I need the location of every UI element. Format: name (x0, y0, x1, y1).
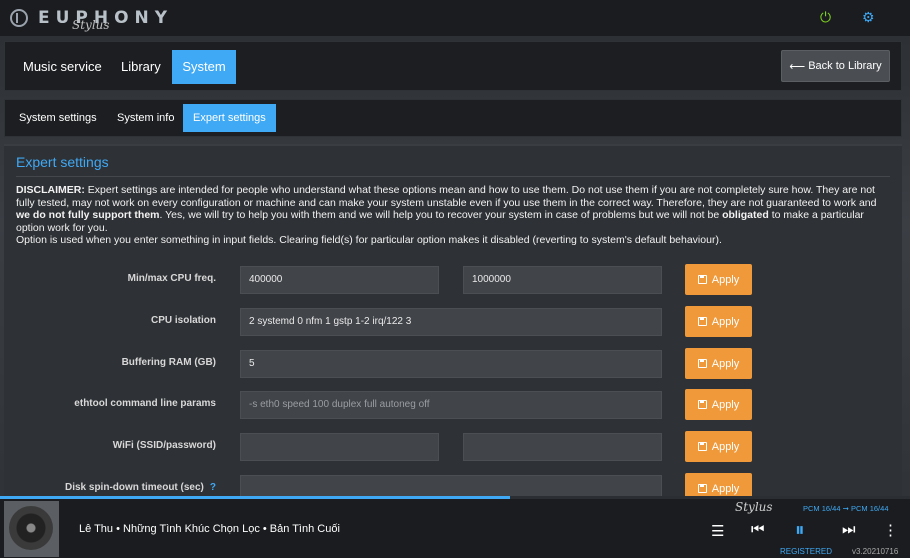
apply-button[interactable]: Apply (685, 431, 752, 462)
setting-label: Min/max CPU freq. (127, 273, 216, 284)
apply-label: Apply (711, 440, 740, 453)
next-icon[interactable]: ⏭ (842, 521, 856, 538)
apply-label: Apply (711, 315, 740, 328)
setting-label: CPU isolation (150, 315, 216, 326)
setting-label: WiFi (SSID/password) (112, 440, 216, 451)
version-label: v3.20210716 (852, 547, 899, 556)
apply-label: Apply (711, 357, 740, 370)
disclaimer-part-1: Expert settings are intended for people … (16, 184, 877, 209)
setting-label: Disk spin-down timeout (sec)? (4, 482, 216, 493)
disclaimer-bold-1: we do not fully support them (16, 209, 160, 221)
apply-button[interactable]: Apply (685, 264, 752, 295)
stylus-logo: Stylus (735, 500, 773, 514)
disclaimer-bold-2: obligated (722, 209, 769, 221)
apply-label: Apply (711, 273, 740, 286)
tab-music-service[interactable]: Music service (13, 50, 112, 84)
pause-icon[interactable]: ⏸ (795, 520, 805, 542)
arrow-left-icon: ⟵ (789, 60, 809, 73)
more-icon[interactable]: ⋮ (883, 521, 898, 539)
cpu-min-freq-input[interactable]: 400000 (240, 266, 439, 294)
disc-icon (9, 506, 53, 550)
apply-label: Apply (711, 482, 740, 495)
sub-nav: System settings System info Expert setti… (4, 99, 902, 137)
panel-title: Expert settings (16, 154, 109, 170)
disclaimer-text: DISCLAIMER: Expert settings are intended… (16, 184, 886, 247)
tab-expert-settings[interactable]: Expert settings (183, 104, 276, 132)
setting-row-ethtool: ethtool command line params -s eth0 spee… (4, 389, 902, 421)
disclaimer-label: DISCLAIMER: (16, 184, 85, 196)
setting-label: Buffering RAM (GB) (121, 357, 216, 368)
setting-label-text: Disk spin-down timeout (sec) (64, 482, 204, 493)
now-playing-track: Lê Thu • Những Tình Khúc Chọn Lọc • Bản … (79, 523, 340, 535)
cpu-isolation-input[interactable]: 2 systemd 0 nfm 1 gstp 1-2 irq/122 3 (240, 308, 662, 336)
setting-row-cpu-isolation: CPU isolation 2 systemd 0 nfm 1 gstp 1-2… (4, 306, 902, 338)
ethtool-params-input[interactable]: -s eth0 speed 100 duplex full autoneg of… (240, 391, 662, 419)
expert-settings-panel: Expert settings DISCLAIMER: Expert setti… (4, 144, 902, 500)
back-to-library-label: Back to Library (808, 60, 882, 72)
save-icon (697, 400, 707, 409)
cpu-max-freq-input[interactable]: 1000000 (463, 266, 662, 294)
queue-icon[interactable]: ☰ (711, 522, 724, 540)
previous-icon[interactable]: ⏮ (751, 521, 765, 538)
tab-system-settings[interactable]: System settings (9, 104, 107, 132)
save-icon (697, 484, 707, 493)
save-icon (697, 359, 707, 368)
save-icon (697, 442, 707, 451)
save-icon (697, 317, 707, 326)
gear-icon[interactable]: ⚙ (862, 9, 875, 26)
apply-button[interactable]: Apply (685, 348, 752, 379)
logo-sub: Stylus (72, 18, 110, 32)
power-icon[interactable]: ⏻ (820, 9, 831, 26)
wifi-ssid-input[interactable] (240, 433, 439, 461)
top-bar: EUPHONY Stylus ⏻ ⚙ (0, 0, 910, 36)
back-to-library-button[interactable]: ⟵ Back to Library (781, 50, 890, 82)
setting-row-buffering-ram: Buffering RAM (GB) 5 Apply (4, 348, 902, 380)
disclaimer-part-2: . Yes, we will try to help you with them… (159, 209, 723, 221)
apply-button[interactable]: Apply (685, 389, 752, 420)
setting-label: ethtool command line params (74, 398, 216, 409)
save-icon (697, 275, 707, 284)
buffering-ram-input[interactable]: 5 (240, 350, 662, 378)
main-nav: Music service Library System ⟵ Back to L… (4, 41, 902, 91)
apply-button[interactable]: Apply (685, 306, 752, 337)
setting-row-cpu-freq: Min/max CPU freq. 400000 1000000 Apply (4, 264, 902, 296)
format-info: PCM 16/44 ➞ PCM 16/44 (803, 504, 889, 513)
help-icon[interactable]: ? (210, 482, 216, 493)
logo-icon (10, 9, 28, 27)
divider (16, 176, 890, 177)
apply-label: Apply (711, 398, 740, 411)
tab-library[interactable]: Library (111, 50, 171, 84)
album-cover[interactable] (4, 501, 59, 557)
setting-row-wifi: WiFi (SSID/password) Apply (4, 431, 902, 463)
tab-system[interactable]: System (172, 50, 236, 84)
wifi-password-input[interactable] (463, 433, 662, 461)
player-bar: Lê Thu • Những Tình Khúc Chọn Lọc • Bản … (0, 499, 910, 558)
tab-system-info[interactable]: System info (107, 104, 184, 132)
registered-badge: REGISTERED (780, 547, 833, 556)
disclaimer-part-4: Option is used when you enter something … (16, 234, 722, 246)
